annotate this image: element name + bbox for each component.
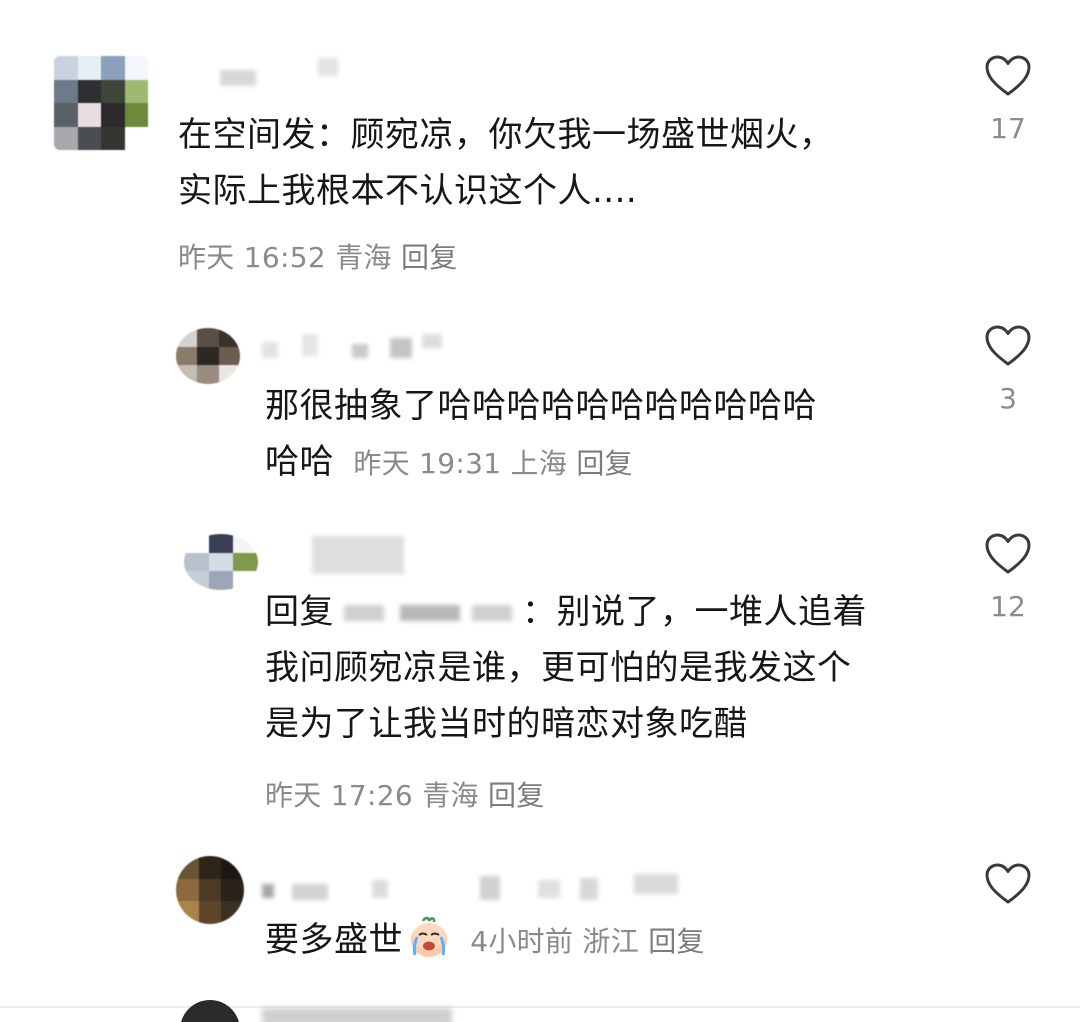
comment-text-line: 要多盛世 4小时前 浙江 回复 (265, 912, 705, 970)
comment-text: 回复 ：别说了，一堆人追着 我问顾宛凉是谁，更可怕的是我发这个 是为了让我当时的暗… (265, 584, 867, 752)
comment-text-line: 哈哈 昨天 19:31 上海 回复 (265, 434, 817, 492)
username-blurred[interactable] (262, 330, 452, 358)
like-count: 17 (990, 112, 1026, 145)
reply-button[interactable]: 回复 (648, 925, 705, 958)
comment-text-line: ：别说了，一堆人追着 (522, 592, 867, 632)
avatar[interactable] (180, 1000, 240, 1022)
heart-outline-icon (985, 55, 1031, 96)
avatar[interactable] (176, 856, 244, 924)
comment-text-tail: 哈哈 (265, 442, 334, 482)
reply-button[interactable]: 回复 (488, 779, 545, 812)
username-blurred[interactable] (220, 58, 350, 86)
avatar[interactable] (176, 328, 240, 384)
avatar[interactable] (184, 534, 258, 590)
comment-meta: 4小时前 浙江 回复 (461, 925, 705, 958)
heart-outline-icon (985, 325, 1031, 366)
comment-text: 那很抽象了哈哈哈哈哈哈哈哈哈哈哈 哈哈 昨天 19:31 上海 回复 (265, 378, 817, 492)
like-button[interactable]: 12 (978, 532, 1038, 624)
reply-button[interactable]: 回复 (576, 447, 633, 480)
comment-text-line: 是为了让我当时的暗恋对象吃醋 (265, 704, 748, 744)
comment-item: 回复 ：别说了，一堆人追着 我问顾宛凉是谁，更可怕的是我发这个 是为了让我当时的暗… (0, 520, 1080, 840)
comment-time: 昨天 17:26 (265, 779, 413, 812)
comment-meta: 昨天 17:26 青海 回复 (265, 776, 545, 816)
comment-time: 昨天 19:31 (353, 447, 502, 480)
like-button[interactable]: 17 (978, 54, 1038, 146)
comment-meta: 昨天 19:31 上海 回复 (353, 447, 633, 480)
avatar[interactable] (54, 56, 148, 150)
username-blurred[interactable] (262, 870, 702, 900)
like-button[interactable] (978, 862, 1038, 906)
divider (0, 1006, 1080, 1008)
reply-prefix: 回复 (265, 592, 334, 632)
comment-text-line: 实际上我根本不认识这个人.... (178, 171, 638, 211)
heart-outline-icon (985, 533, 1031, 574)
comment-time: 昨天 16:52 (178, 241, 326, 274)
username-blurred[interactable] (262, 1008, 452, 1022)
comment-meta: 昨天 16:52 青海 回复 (178, 238, 458, 278)
comment-feed: 在空间发：顾宛凉，你欠我一场盛世烟火， 实际上我根本不认识这个人.... 昨天 … (0, 0, 1080, 1022)
comment-text-line: 在空间发：顾宛凉，你欠我一场盛世烟火， (178, 115, 834, 155)
comment-text: 要多盛世 4小时前 浙江 回复 (265, 912, 705, 970)
comment-location: 青海 (335, 241, 392, 274)
like-count: 12 (990, 590, 1026, 623)
like-button[interactable]: 3 (978, 324, 1038, 416)
comment-location: 青海 (422, 779, 479, 812)
comment-location: 上海 (510, 447, 568, 480)
comment-time: 4小时前 (470, 925, 574, 958)
comment-text: 在空间发：顾宛凉，你欠我一场盛世烟火， 实际上我根本不认识这个人.... (178, 107, 834, 219)
like-count: 3 (999, 382, 1017, 415)
comment-text-line: 我问顾宛凉是谁，更可怕的是我发这个 (265, 648, 852, 688)
heart-outline-icon (985, 863, 1031, 904)
comment-item: 那很抽象了哈哈哈哈哈哈哈哈哈哈哈 哈哈 昨天 19:31 上海 回复 3 (0, 300, 1080, 500)
mention-username-blurred[interactable] (340, 603, 516, 625)
comment-text-line: 回复 ：别说了，一堆人追着 (265, 584, 867, 640)
comment-location: 浙江 (582, 925, 640, 958)
comment-text-line: 要多盛世 (265, 920, 403, 960)
crying-face-emoji (411, 916, 447, 957)
comment-item: 要多盛世 4小时前 浙江 回复 (0, 850, 1080, 1000)
comment-text-line: 那很抽象了哈哈哈哈哈哈哈哈哈哈哈 (265, 386, 817, 426)
comment-item: 在空间发：顾宛凉，你欠我一场盛世烟火， 实际上我根本不认识这个人.... 昨天 … (0, 0, 1080, 300)
reply-button[interactable]: 回复 (401, 241, 458, 274)
username-blurred[interactable] (290, 536, 420, 576)
